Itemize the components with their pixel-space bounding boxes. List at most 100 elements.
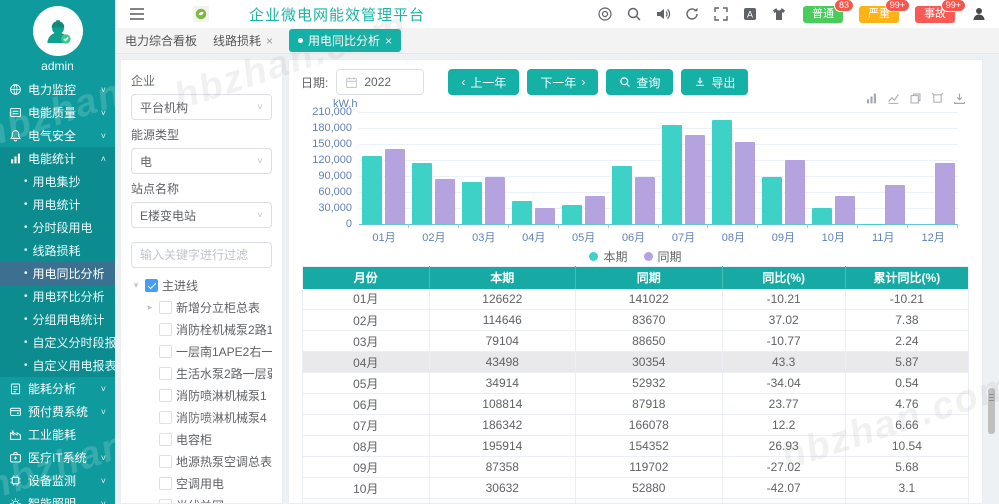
bar-本期-05月[interactable] bbox=[562, 205, 583, 224]
tree-node[interactable]: 空调用电 bbox=[131, 472, 272, 494]
sidebar-item[interactable]: 工业能耗 bbox=[0, 423, 115, 446]
bar-本期-03月[interactable] bbox=[462, 181, 483, 224]
theme-icon[interactable] bbox=[771, 6, 787, 22]
tree-node[interactable]: 消防栓机械泵2路1 bbox=[131, 318, 272, 340]
bar-本期-10月[interactable] bbox=[811, 207, 832, 224]
refresh-icon[interactable] bbox=[684, 6, 700, 22]
alarm-badge[interactable]: 事故 99+ bbox=[915, 0, 966, 23]
table-row[interactable]: 09月 87358 119702 -27.02 5.68 bbox=[302, 456, 969, 478]
tree-node[interactable]: 地源热泵空调总表 bbox=[131, 450, 272, 472]
sidebar-subitem[interactable]: • 线路损耗 bbox=[0, 239, 115, 262]
checkbox[interactable] bbox=[159, 300, 172, 314]
sidebar-subitem[interactable]: • 分时段用电 bbox=[0, 216, 115, 239]
checkbox[interactable] bbox=[159, 476, 172, 490]
table-row[interactable]: 01月 126622 141022 -10.21 -10.21 bbox=[302, 288, 969, 310]
bar-同期-10月[interactable] bbox=[834, 195, 855, 224]
tree-node[interactable]: ▸ 新增分立柜总表 bbox=[131, 296, 272, 318]
sidebar-item[interactable]: 医疗IT系统 ˅ bbox=[0, 446, 115, 469]
table-row[interactable]: 03月 79104 88650 -10.77 2.24 bbox=[302, 330, 969, 352]
user-icon[interactable] bbox=[971, 6, 987, 22]
table-row[interactable]: 07月 186342 166078 12.2 6.66 bbox=[302, 414, 969, 436]
checkbox[interactable] bbox=[159, 454, 172, 468]
tab-2[interactable]: 用电同比分析 × bbox=[289, 29, 402, 52]
bar-同期-08月[interactable] bbox=[734, 141, 755, 224]
table-row[interactable]: 05月 34914 52932 -34.04 0.54 bbox=[302, 372, 969, 394]
checkbox[interactable] bbox=[145, 278, 158, 292]
sidebar-item[interactable]: 电力监控 ˅ bbox=[0, 78, 115, 101]
bar-同期-02月[interactable] bbox=[435, 179, 456, 224]
bar-同期-05月[interactable] bbox=[585, 195, 606, 224]
checkbox[interactable] bbox=[159, 322, 172, 336]
sidebar-item[interactable]: 电气安全 ˅ bbox=[0, 124, 115, 147]
sidebar-item[interactable]: 预付费系统 ˅ bbox=[0, 400, 115, 423]
checkbox[interactable] bbox=[159, 432, 172, 446]
bar-同期-01月[interactable] bbox=[385, 148, 406, 224]
checkbox[interactable] bbox=[159, 410, 172, 424]
bar-本期-07月[interactable] bbox=[661, 124, 682, 224]
alarm-badge[interactable]: 普通 83 bbox=[803, 0, 854, 23]
year-picker[interactable]: 2022 bbox=[336, 69, 425, 95]
sidebar-subitem[interactable]: • 自定义用电报表 bbox=[0, 354, 115, 377]
close-icon[interactable]: × bbox=[385, 34, 392, 48]
tree-node[interactable]: ▾ 主进线 bbox=[131, 274, 272, 296]
table-row[interactable]: 08月 195914 154352 26.93 10.54 bbox=[302, 435, 969, 457]
close-icon[interactable]: × bbox=[266, 34, 273, 48]
search-icon[interactable] bbox=[626, 6, 642, 22]
target-icon[interactable] bbox=[597, 6, 613, 22]
sidebar-subitem[interactable]: •自定义分时段报表 bbox=[0, 331, 115, 354]
bar-同期-06月[interactable] bbox=[635, 177, 656, 224]
bar-本期-06月[interactable] bbox=[612, 165, 633, 224]
checkbox[interactable] bbox=[159, 344, 172, 358]
checkbox[interactable] bbox=[159, 498, 172, 503]
bar-同期-04月[interactable] bbox=[535, 207, 556, 224]
hamburger-menu-icon[interactable] bbox=[129, 7, 145, 21]
bar-同期-11月[interactable] bbox=[884, 184, 905, 224]
tree-node[interactable]: 一层南1APE2右一层北1APE1左 bbox=[131, 340, 272, 362]
export-button[interactable]: 导出 bbox=[681, 69, 749, 95]
bar-本期-09月[interactable] bbox=[761, 177, 782, 224]
station-select[interactable]: E楼变电站 ˅ bbox=[131, 202, 272, 228]
caret-down-icon[interactable]: ▾ bbox=[131, 280, 141, 291]
sidebar-item[interactable]: 设备监测 ˅ bbox=[0, 469, 115, 492]
prev-year-button[interactable]: ‹ 上一年 bbox=[448, 69, 520, 95]
font-size-icon[interactable]: A bbox=[742, 6, 758, 22]
next-year-button[interactable]: 下一年 › bbox=[527, 69, 599, 95]
tree-node[interactable]: 消防喷淋机械泵4 bbox=[131, 406, 272, 428]
sidebar-subitem[interactable]: • 用电环比分析 bbox=[0, 285, 115, 308]
sidebar-subitem[interactable]: • 用电同比分析 bbox=[0, 262, 115, 285]
table-row[interactable]: 02月 114646 83670 37.02 7.38 bbox=[302, 309, 969, 331]
sidebar-subitem[interactable]: • 用电集抄 bbox=[0, 170, 115, 193]
sidebar-item[interactable]: 电能统计 ˄ bbox=[0, 147, 115, 170]
legend-item[interactable]: 本期 bbox=[589, 248, 628, 265]
sidebar-item[interactable]: 智能照明 ˅ bbox=[0, 492, 115, 504]
sidebar-item[interactable]: 电能质量 ˅ bbox=[0, 101, 115, 124]
table-row[interactable]: 10月 30632 52880 -42.07 3.1 bbox=[302, 477, 969, 499]
table-row[interactable]: 11月40473372-99.45-4.06 bbox=[302, 498, 969, 503]
vertical-scrollbar-thumb[interactable] bbox=[988, 388, 995, 434]
tab-1[interactable]: 线路损耗 × bbox=[213, 32, 273, 49]
volume-icon[interactable] bbox=[655, 6, 671, 22]
energy-type-select[interactable]: 电 ˅ bbox=[131, 148, 272, 174]
tree-node[interactable]: 光伏并网 bbox=[131, 494, 272, 503]
checkbox[interactable] bbox=[159, 388, 172, 402]
tree-filter-input[interactable] bbox=[131, 242, 272, 268]
table-row[interactable]: 04月 43498 30354 43.3 5.87 bbox=[302, 351, 969, 373]
tree-node[interactable]: 电容柜 bbox=[131, 428, 272, 450]
bar-本期-01月[interactable] bbox=[362, 156, 383, 224]
caret-right-icon[interactable]: ▸ bbox=[145, 302, 155, 313]
query-button[interactable]: 查询 bbox=[606, 69, 674, 95]
fullscreen-icon[interactable] bbox=[713, 6, 729, 22]
tree-node[interactable]: 消防喷淋机械泵1 bbox=[131, 384, 272, 406]
sidebar-subitem[interactable]: • 分组用电统计 bbox=[0, 308, 115, 331]
checkbox[interactable] bbox=[159, 366, 172, 380]
tree-node[interactable]: 生活水泵2路一层弱电房 bbox=[131, 362, 272, 384]
tab-0[interactable]: 电力综合看板 bbox=[125, 32, 197, 49]
company-select[interactable]: 平台机构 ˅ bbox=[131, 94, 272, 120]
sidebar-subitem[interactable]: • 用电统计 bbox=[0, 193, 115, 216]
sidebar-item[interactable]: 能耗分析 ˅ bbox=[0, 377, 115, 400]
bar-本期-04月[interactable] bbox=[512, 200, 533, 224]
bar-本期-08月[interactable] bbox=[711, 119, 732, 224]
table-row[interactable]: 06月 108814 87918 23.77 4.76 bbox=[302, 393, 969, 415]
bar-同期-12月[interactable] bbox=[934, 162, 955, 224]
legend-item[interactable]: 同期 bbox=[643, 248, 682, 265]
